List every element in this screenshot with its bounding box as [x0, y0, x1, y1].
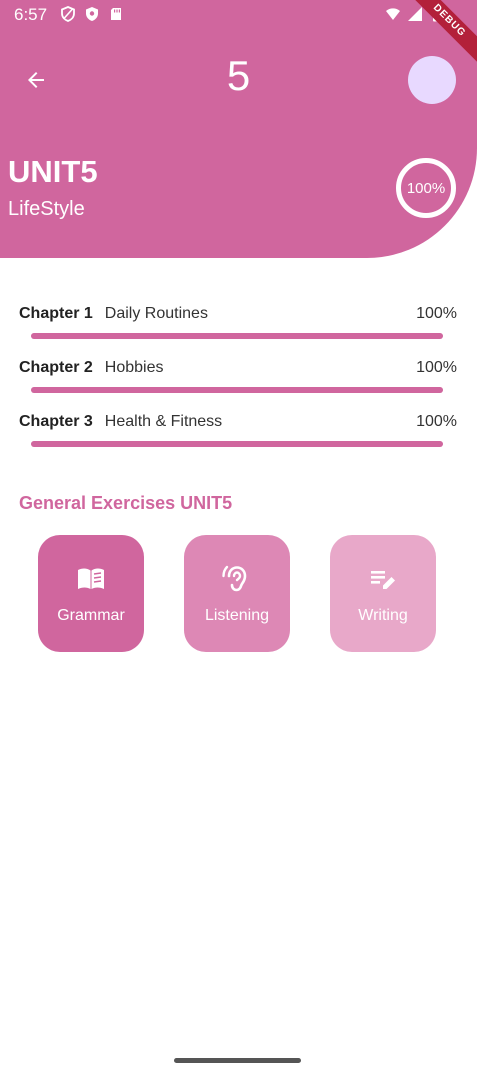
chapter-list: Chapter 1 Daily Routines 100% Chapter 2 …	[19, 305, 457, 467]
avatar[interactable]	[408, 56, 456, 104]
chapter-name: Hobbies	[104, 359, 164, 376]
unit-title: UNIT5	[8, 154, 98, 189]
header: 6:57 DEBUG 5 UNIT5 LifeStyle 100%	[0, 0, 477, 258]
ear-icon	[222, 565, 247, 591]
exercises-section-title: General Exercises UNIT5	[19, 493, 233, 513]
signal-icon	[408, 7, 422, 21]
chapter-progress-fill	[31, 387, 443, 393]
chapter-item[interactable]: Chapter 2 Hobbies 100%	[19, 359, 457, 413]
shield-icon	[86, 7, 98, 21]
chapter-percent: 100%	[416, 413, 457, 430]
grammar-label: Grammar	[57, 606, 125, 624]
chapter-progress-bar	[31, 441, 443, 447]
sd-card-icon	[111, 8, 121, 20]
wifi-icon	[386, 8, 400, 20]
unit-subtitle: LifeStyle	[8, 198, 85, 220]
shield-outline-icon	[61, 6, 75, 22]
listening-label: Listening	[204, 606, 270, 624]
chapter-percent: 100%	[416, 305, 457, 322]
status-bar: 6:57	[0, 0, 477, 30]
listening-button[interactable]: Listening	[184, 535, 290, 652]
chapter-progress-fill	[31, 333, 443, 339]
chapter-progress-fill	[31, 441, 443, 447]
unit-progress-label: 100%	[406, 179, 446, 197]
chapter-percent: 100%	[416, 359, 457, 376]
edit-note-icon	[371, 570, 395, 589]
chapter-item[interactable]: Chapter 3 Health & Fitness 100%	[19, 413, 457, 467]
chapter-label: Chapter 3	[19, 413, 93, 430]
page-title: 5	[226, 52, 251, 99]
chapter-label: Chapter 2	[19, 359, 93, 376]
chapter-progress-bar	[31, 333, 443, 339]
chapter-name: Daily Routines	[104, 305, 208, 322]
status-icons-left	[60, 6, 124, 22]
book-icon	[78, 568, 104, 589]
chapter-name: Health & Fitness	[104, 413, 223, 430]
writing-label: Writing	[358, 606, 408, 624]
unit-progress-ring: 100%	[396, 158, 456, 218]
home-indicator[interactable]	[174, 1058, 301, 1063]
screen: 6:57 DEBUG 5 UNIT5 LifeStyle 100% Chapte…	[0, 0, 477, 1069]
grammar-button[interactable]: Grammar	[38, 535, 144, 652]
status-time: 6:57	[14, 5, 48, 24]
writing-button[interactable]: Writing	[330, 535, 436, 652]
chapter-item[interactable]: Chapter 1 Daily Routines 100%	[19, 305, 457, 359]
chapter-progress-bar	[31, 387, 443, 393]
chapter-label: Chapter 1	[19, 305, 93, 322]
